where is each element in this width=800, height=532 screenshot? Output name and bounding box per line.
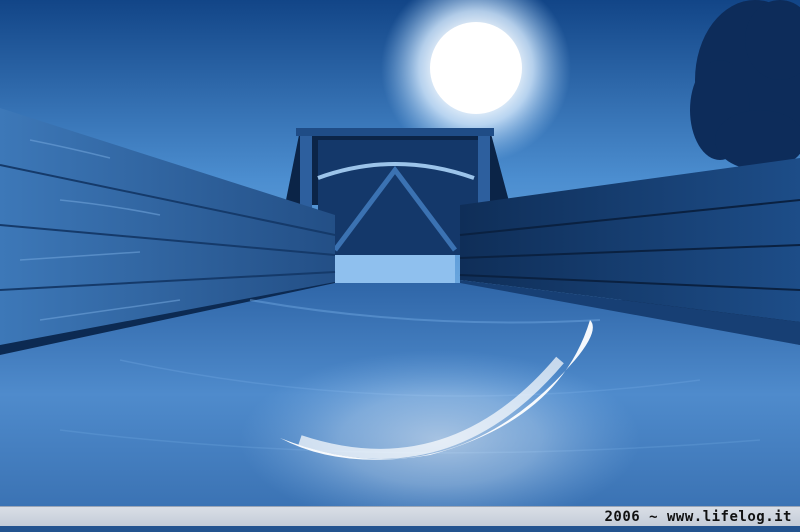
- slide-photo: [0, 0, 800, 530]
- watermark-caption: 2006 ~ www.lifelog.it: [604, 509, 792, 525]
- bottom-strip: [0, 526, 800, 532]
- caption-bar: 2006 ~ www.lifelog.it: [0, 506, 800, 526]
